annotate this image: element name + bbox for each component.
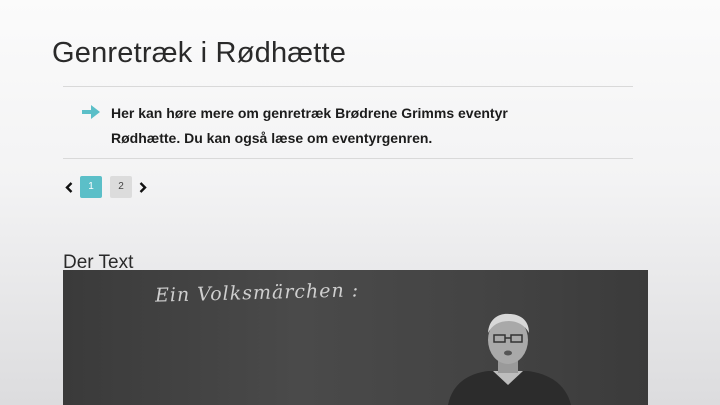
pagination: 1 2 — [63, 176, 149, 198]
divider-bottom — [63, 158, 633, 159]
pagination-prev-button[interactable] — [63, 177, 75, 197]
page-title: Genretræk i Rødhætte — [52, 37, 347, 70]
page-button-1[interactable]: 1 — [80, 176, 102, 198]
page-button-2[interactable]: 2 — [110, 176, 132, 198]
chalkboard-text: Ein Volksmärchen : — [154, 279, 360, 307]
divider-top — [63, 86, 633, 87]
intro-block: Her kan høre mere om genretræk Brødrene … — [82, 101, 552, 151]
arrow-right-icon — [82, 105, 100, 119]
video-player[interactable]: Ein Volksmärchen : — [63, 270, 648, 405]
video-person-image — [448, 313, 571, 405]
intro-text-line: Rødhætte. Du kan også læse om eventyrgen… — [111, 130, 433, 146]
intro-text: Her kan høre mere om genretræk Brødrene … — [111, 101, 508, 151]
intro-text-line: Her kan høre mere om genretræk Brødrene … — [111, 105, 508, 121]
chevron-left-icon — [65, 181, 73, 193]
chevron-right-icon — [139, 181, 147, 193]
pagination-next-button[interactable] — [137, 177, 149, 197]
